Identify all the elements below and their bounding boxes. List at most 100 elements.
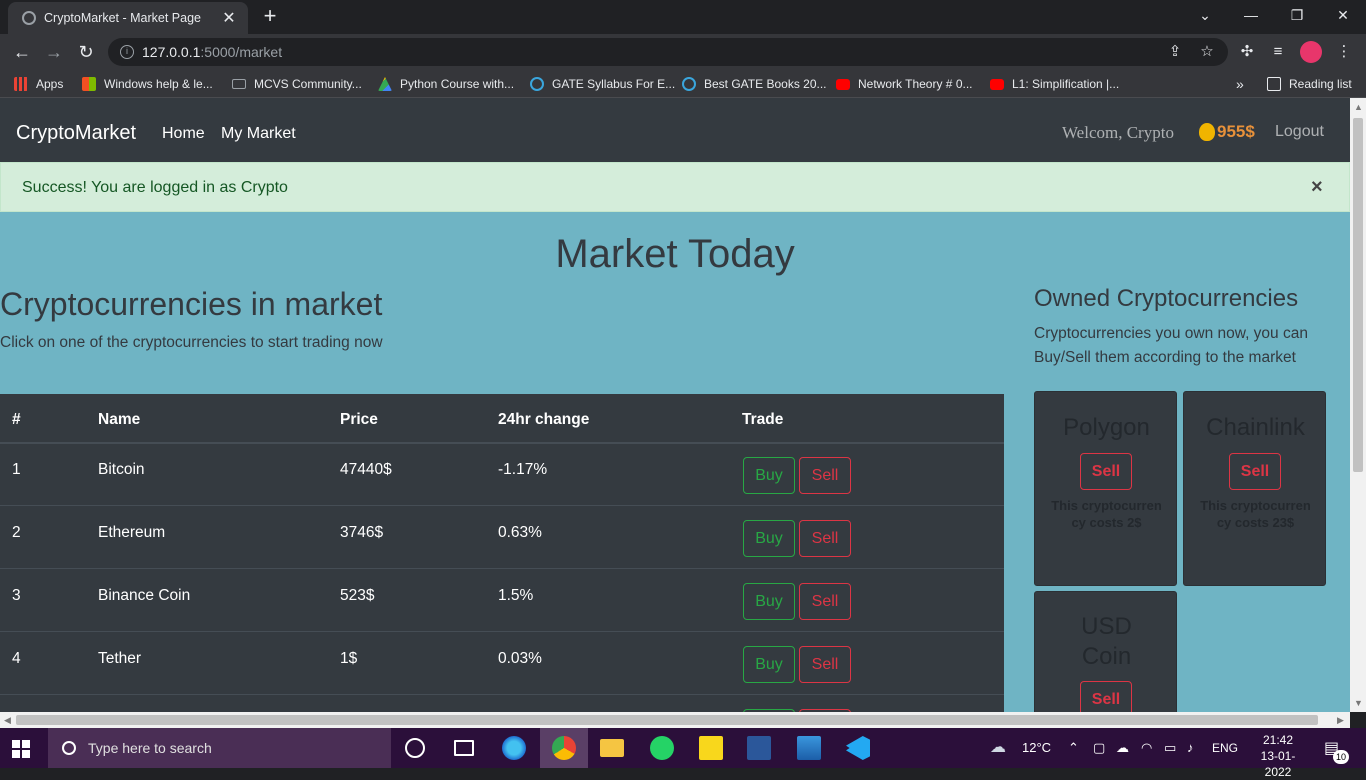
file-explorer-icon[interactable]	[600, 739, 624, 757]
row-name: Ethereum	[98, 524, 166, 541]
reading-list-button[interactable]: Reading list	[1267, 76, 1352, 92]
owned-card-description: This cryptocurrency costs 23$	[1200, 498, 1311, 530]
nav-home[interactable]: Home	[162, 125, 205, 143]
owned-card-polygon[interactable]: Polygon Sell This cryptocurrency costs 2…	[1034, 391, 1177, 586]
row-name: Bitcoin	[98, 461, 145, 478]
youtube-icon	[836, 78, 850, 90]
owned-sell-button[interactable]: Sell	[1229, 453, 1281, 490]
vertical-scrollbar[interactable]: ▲ ▼	[1350, 98, 1366, 712]
success-alert: Success! You are logged in as Crypto ×	[0, 162, 1350, 212]
column-header-price: Price	[340, 411, 378, 428]
task-view-icon[interactable]	[454, 740, 474, 756]
onedrive-icon[interactable]: ☁	[1116, 740, 1129, 756]
row-price: 3746$	[340, 524, 384, 541]
vscode-icon[interactable]	[846, 736, 870, 760]
word-icon[interactable]	[747, 736, 771, 760]
sell-button[interactable]: Sell	[799, 457, 851, 494]
taskbar-search-box[interactable]: Type here to search	[48, 728, 391, 768]
market-heading: Cryptocurrencies in market	[0, 286, 383, 322]
scroll-down-arrow-icon[interactable]: ▼	[1354, 698, 1363, 708]
sticky-notes-icon[interactable]	[699, 736, 723, 760]
menu-kebab-icon[interactable]: ⋮	[1334, 42, 1354, 62]
share-icon[interactable]: ⇪	[1165, 42, 1185, 62]
tray-chevron-up-icon[interactable]: ⌃	[1068, 740, 1079, 756]
row-number: 2	[12, 524, 21, 541]
page-viewport: CryptoMarket Home My Market Welcom, Cryp…	[0, 98, 1350, 712]
system-clock[interactable]: 21:42 13-01-2022	[1250, 732, 1306, 780]
bookmark-simplification[interactable]: L1: Simplification |...	[990, 76, 1119, 92]
reload-icon[interactable]: ↻	[74, 40, 98, 64]
buy-button[interactable]: Buy	[743, 646, 795, 683]
owned-sell-button[interactable]: Sell	[1080, 681, 1132, 712]
owned-card-usd-coin[interactable]: USD Coin Sell	[1034, 591, 1177, 712]
row-change: 1.5%	[498, 587, 534, 604]
media-control-icon[interactable]: ≡	[1268, 42, 1288, 62]
restore-button[interactable]: ❐	[1274, 0, 1320, 30]
photos-icon[interactable]	[797, 736, 821, 760]
whatsapp-icon[interactable]	[650, 736, 674, 760]
owned-subtitle: Cryptocurrencies you own now, you can Bu…	[1034, 325, 1308, 366]
horizontal-scroll-thumb[interactable]	[16, 715, 1318, 725]
edge-taskbar-icon[interactable]	[502, 736, 526, 760]
owned-card-name: Chainlink	[1206, 414, 1305, 441]
bookmark-apps[interactable]: Apps	[14, 76, 63, 92]
bookmark-windows-help[interactable]: Windows help & le...	[82, 76, 213, 92]
alert-close-button[interactable]: ×	[1311, 176, 1323, 199]
new-tab-button[interactable]: +	[258, 5, 282, 29]
chrome-taskbar-icon[interactable]	[552, 736, 576, 760]
bookmark-gate-syllabus[interactable]: GATE Syllabus For E...	[530, 76, 675, 92]
nav-my-market[interactable]: My Market	[221, 125, 296, 143]
weather-temperature[interactable]: 12°C	[1022, 740, 1051, 755]
buy-button[interactable]: Buy	[743, 457, 795, 494]
vertical-scroll-thumb[interactable]	[1353, 118, 1363, 472]
row-change: -1.17%	[498, 461, 548, 478]
cortana-icon[interactable]	[405, 738, 425, 758]
scroll-right-arrow-icon[interactable]: ▶	[1337, 715, 1344, 726]
forward-arrow-icon[interactable]: →	[42, 40, 66, 64]
owned-card-chainlink[interactable]: Chainlink Sell This cryptocurrency costs…	[1183, 391, 1326, 586]
browser-toolbar: ← → ↻ i 127.0.0.1:5000/market ⇪ ☆ ✣ ≡ ⋮	[0, 34, 1366, 70]
card-icon	[232, 79, 246, 89]
language-indicator[interactable]: ENG	[1212, 741, 1238, 755]
bookmarks-overflow-button[interactable]: »	[1236, 76, 1244, 92]
close-window-button[interactable]: ✕	[1320, 0, 1366, 30]
row-change: 0.63%	[498, 524, 542, 541]
site-info-icon[interactable]: i	[120, 45, 134, 59]
url-host: 127.0.0.1	[142, 44, 201, 60]
tab-search-icon[interactable]: ⌄	[1182, 0, 1228, 30]
owned-sell-button[interactable]: Sell	[1080, 453, 1132, 490]
sell-button[interactable]: Sell	[799, 520, 851, 557]
buy-button[interactable]: Buy	[743, 583, 795, 620]
address-bar[interactable]: i 127.0.0.1:5000/market	[108, 38, 1228, 66]
horizontal-scrollbar[interactable]: ◀ ▶	[0, 712, 1350, 728]
weather-cloud-icon[interactable]: ☁	[990, 737, 1006, 757]
scroll-left-arrow-icon[interactable]: ◀	[4, 715, 11, 726]
column-header-trade: Trade	[742, 411, 784, 428]
back-arrow-icon[interactable]: ←	[10, 40, 34, 64]
row-name: Tether	[98, 650, 142, 667]
logout-link[interactable]: Logout	[1275, 123, 1324, 141]
windows-start-icon[interactable]	[12, 740, 30, 758]
volume-icon[interactable]: ♪	[1187, 740, 1194, 755]
profile-avatar[interactable]	[1300, 41, 1322, 63]
wifi-icon[interactable]: ◠	[1141, 740, 1152, 756]
minimize-button[interactable]: —	[1228, 0, 1274, 30]
bookmark-star-icon[interactable]: ☆	[1197, 42, 1217, 62]
bookmark-gate-books[interactable]: Best GATE Books 20...	[682, 76, 827, 92]
bookmark-network-theory[interactable]: Network Theory # 0...	[836, 76, 973, 92]
tray-device-icon[interactable]: ▢	[1093, 740, 1105, 756]
bookmark-mcvs[interactable]: MCVS Community...	[232, 76, 362, 92]
scroll-up-arrow-icon[interactable]: ▲	[1354, 102, 1363, 112]
browser-tabstrip: CryptoMarket - Market Page ✕ + ⌄ — ❐ ✕	[0, 0, 1366, 34]
column-header-name: Name	[98, 411, 141, 428]
browser-tab[interactable]: CryptoMarket - Market Page ✕	[8, 2, 248, 34]
sell-button[interactable]: Sell	[799, 646, 851, 683]
brand-logo[interactable]: CryptoMarket	[16, 122, 136, 145]
bookmark-python-course[interactable]: Python Course with...	[378, 76, 514, 92]
extensions-puzzle-icon[interactable]: ✣	[1237, 42, 1257, 62]
table-divider	[0, 631, 1004, 632]
sell-button[interactable]: Sell	[799, 583, 851, 620]
close-tab-icon[interactable]: ✕	[220, 8, 238, 28]
battery-icon[interactable]: ▭	[1164, 740, 1176, 756]
buy-button[interactable]: Buy	[743, 520, 795, 557]
